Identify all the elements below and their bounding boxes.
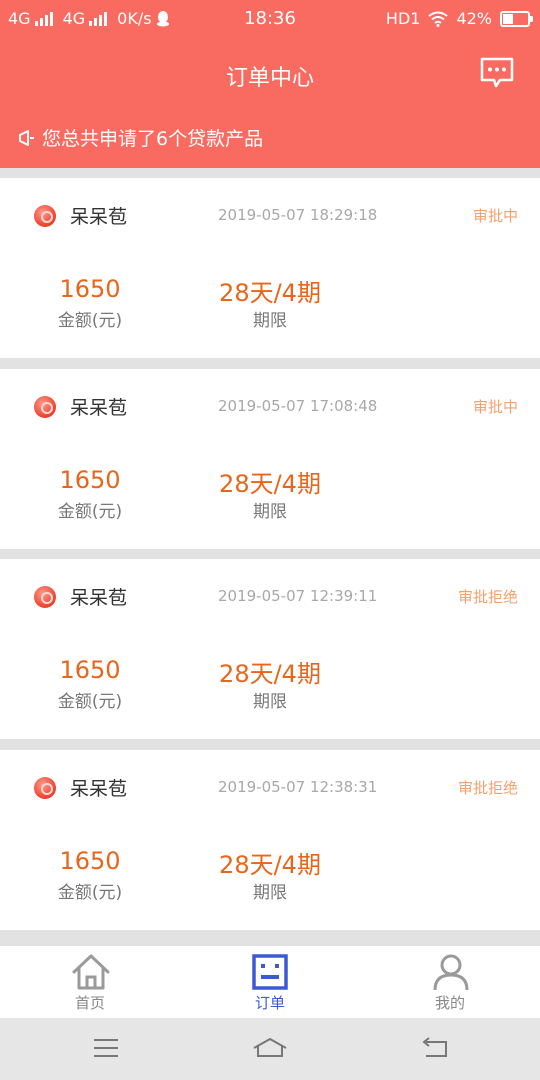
term-label: 期限 — [253, 311, 287, 331]
amount-label: 金额(元) — [57, 883, 123, 903]
title-bar: 订单中心 — [0, 50, 540, 100]
battery-fill — [503, 13, 514, 24]
amount-label: 金额(元) — [57, 311, 123, 331]
header: 4G 4G 0K/s 18:36 HD1 42% 订单中心 您总共申请了6个贷款… — [0, 0, 540, 168]
notice-bar: 您总共申请了6个贷款产品 — [18, 124, 263, 151]
order-time: 2019-05-07 17:08:48 — [218, 397, 378, 415]
term-label: 期限 — [253, 692, 287, 712]
battery-icon — [500, 10, 533, 27]
order-card[interactable]: 呆呆苞 2019-05-07 12:38:31 审批拒绝 1650 金额(元) … — [0, 750, 540, 930]
order-amount: 1650 — [59, 656, 121, 684]
order-amount: 1650 — [59, 466, 121, 494]
order-time: 2019-05-07 12:39:11 — [218, 587, 378, 605]
term-label: 期限 — [253, 502, 287, 522]
back-icon[interactable] — [420, 1036, 448, 1060]
battery-percent: 42% — [456, 9, 492, 28]
order-status: 审批中 — [472, 207, 518, 225]
order-time: 2019-05-07 18:29:18 — [218, 206, 378, 224]
product-name: 呆呆苞 — [70, 206, 128, 228]
amount-label: 金额(元) — [57, 502, 123, 522]
product-logo-icon — [34, 586, 56, 608]
order-status: 审批中 — [472, 398, 518, 416]
wifi-icon — [428, 11, 449, 27]
order-icon — [252, 954, 288, 990]
notice-text: 您总共申请了6个贷款产品 — [42, 128, 264, 150]
order-amount: 1650 — [59, 275, 121, 303]
order-amount: 1650 — [59, 847, 121, 875]
product-logo-icon — [34, 396, 56, 418]
amount-label: 金额(元) — [57, 692, 123, 712]
order-term: 28天/4期 — [219, 470, 321, 498]
user-icon — [433, 954, 469, 991]
system-nav-bar — [0, 1018, 540, 1080]
order-status: 审批拒绝 — [457, 779, 518, 797]
tab-home[interactable]: 首页 — [0, 946, 180, 1019]
home-icon — [72, 954, 110, 990]
order-card[interactable]: 呆呆苞 2019-05-07 18:29:18 审批中 1650 金额(元) 2… — [0, 178, 540, 358]
status-bar: 4G 4G 0K/s 18:36 HD1 42% — [0, 0, 540, 38]
tab-label: 我的 — [434, 994, 465, 1012]
speaker-icon — [19, 129, 34, 146]
order-term: 28天/4期 — [219, 660, 321, 688]
product-name: 呆呆苞 — [70, 587, 128, 609]
tab-orders[interactable]: 订单 — [180, 946, 360, 1019]
tab-label: 订单 — [254, 994, 285, 1012]
home-nav-icon[interactable] — [252, 1036, 288, 1060]
order-card[interactable]: 呆呆苞 2019-05-07 17:08:48 审批中 1650 金额(元) 2… — [0, 369, 540, 549]
product-name: 呆呆苞 — [70, 397, 128, 419]
status-bar-right: HD1 42% — [385, 9, 533, 28]
product-logo-icon — [34, 777, 56, 799]
tab-bar: 首页 订单 我的 — [0, 945, 540, 1018]
hd-label: HD1 — [385, 9, 421, 28]
page-title: 订单中心 — [225, 66, 314, 91]
order-time: 2019-05-07 12:38:31 — [218, 778, 378, 796]
order-status: 审批拒绝 — [457, 588, 518, 606]
product-logo-icon — [34, 205, 56, 227]
product-name: 呆呆苞 — [70, 778, 128, 800]
tab-me[interactable]: 我的 — [360, 946, 540, 1019]
order-card[interactable]: 呆呆苞 2019-05-07 12:39:11 审批拒绝 1650 金额(元) … — [0, 559, 540, 739]
order-term: 28天/4期 — [219, 279, 321, 307]
tab-label: 首页 — [74, 994, 105, 1012]
term-label: 期限 — [253, 883, 287, 903]
menu-icon[interactable] — [92, 1036, 120, 1060]
order-term: 28天/4期 — [219, 851, 321, 879]
message-icon[interactable] — [478, 54, 516, 92]
